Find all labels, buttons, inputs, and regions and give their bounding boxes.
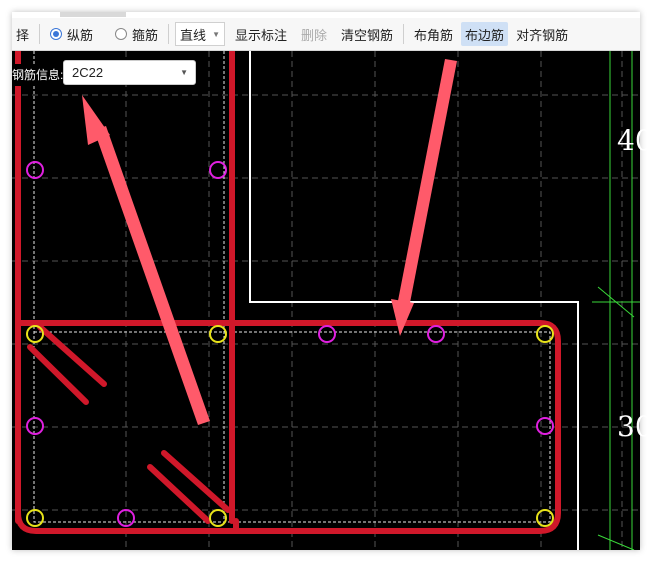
- select-tool[interactable]: 择: [12, 22, 33, 46]
- clear-rebar-label: 清空钢筋: [341, 27, 394, 43]
- toolbar-divider: [168, 24, 170, 44]
- rebar-info-select[interactable]: 2C22 ▼: [63, 60, 196, 85]
- corner-rebar-label: 布角筋: [414, 27, 454, 43]
- toolbar: 择 纵筋 箍筋 直线 ▼ 显示标注 删除 清空钢筋 布角筋 布边筋 对齐钢筋: [12, 18, 640, 51]
- toolbar-divider: [403, 24, 405, 44]
- corner-bars: [26, 325, 554, 527]
- radio-unchecked-icon: [115, 28, 128, 40]
- longitudinal-label: 纵筋: [67, 27, 94, 43]
- delete-label: 删除: [301, 27, 328, 43]
- dimension-bottom-text: 30: [617, 410, 652, 443]
- toolbar-divider: [39, 24, 41, 44]
- radio-checked-icon: [50, 28, 63, 40]
- section-drawing: [12, 51, 640, 550]
- tab-strip: [60, 12, 126, 17]
- rebar-info-label: 钢筋信息:: [12, 64, 64, 86]
- longitudinal-radio[interactable]: 纵筋: [46, 22, 97, 46]
- rebar-info-value: 2C22: [72, 65, 104, 80]
- line-mode-value: 直线: [180, 27, 207, 43]
- grid-lines: [12, 51, 640, 550]
- clear-rebar-button[interactable]: 清空钢筋: [337, 22, 397, 46]
- edge-rebar-button[interactable]: 布边筋: [461, 22, 509, 46]
- delete-button[interactable]: 删除: [297, 22, 331, 46]
- show-annotation-button[interactable]: 显示标注: [231, 22, 291, 46]
- corner-rebar-button[interactable]: 布角筋: [410, 22, 457, 46]
- show-annotation-label: 显示标注: [234, 27, 287, 43]
- stirrup-label: 箍筋: [132, 27, 159, 43]
- align-rebar-button[interactable]: 对齐钢筋: [512, 22, 572, 46]
- chevron-down-icon: ▼: [212, 29, 220, 39]
- dimension-top-text: 40: [617, 124, 652, 157]
- stirrup-radio[interactable]: 箍筋: [111, 22, 162, 46]
- chevron-down-icon: ▼: [180, 68, 188, 77]
- edge-rebar-label: 布边筋: [465, 27, 505, 43]
- line-mode-select[interactable]: 直线 ▼: [175, 22, 225, 46]
- annotation-arrow-icons: [82, 59, 457, 425]
- select-tool-label: 择: [16, 27, 30, 43]
- section-outline: [249, 51, 579, 550]
- drawing-canvas[interactable]: [12, 51, 640, 550]
- align-rebar-label: 对齐钢筋: [516, 27, 569, 43]
